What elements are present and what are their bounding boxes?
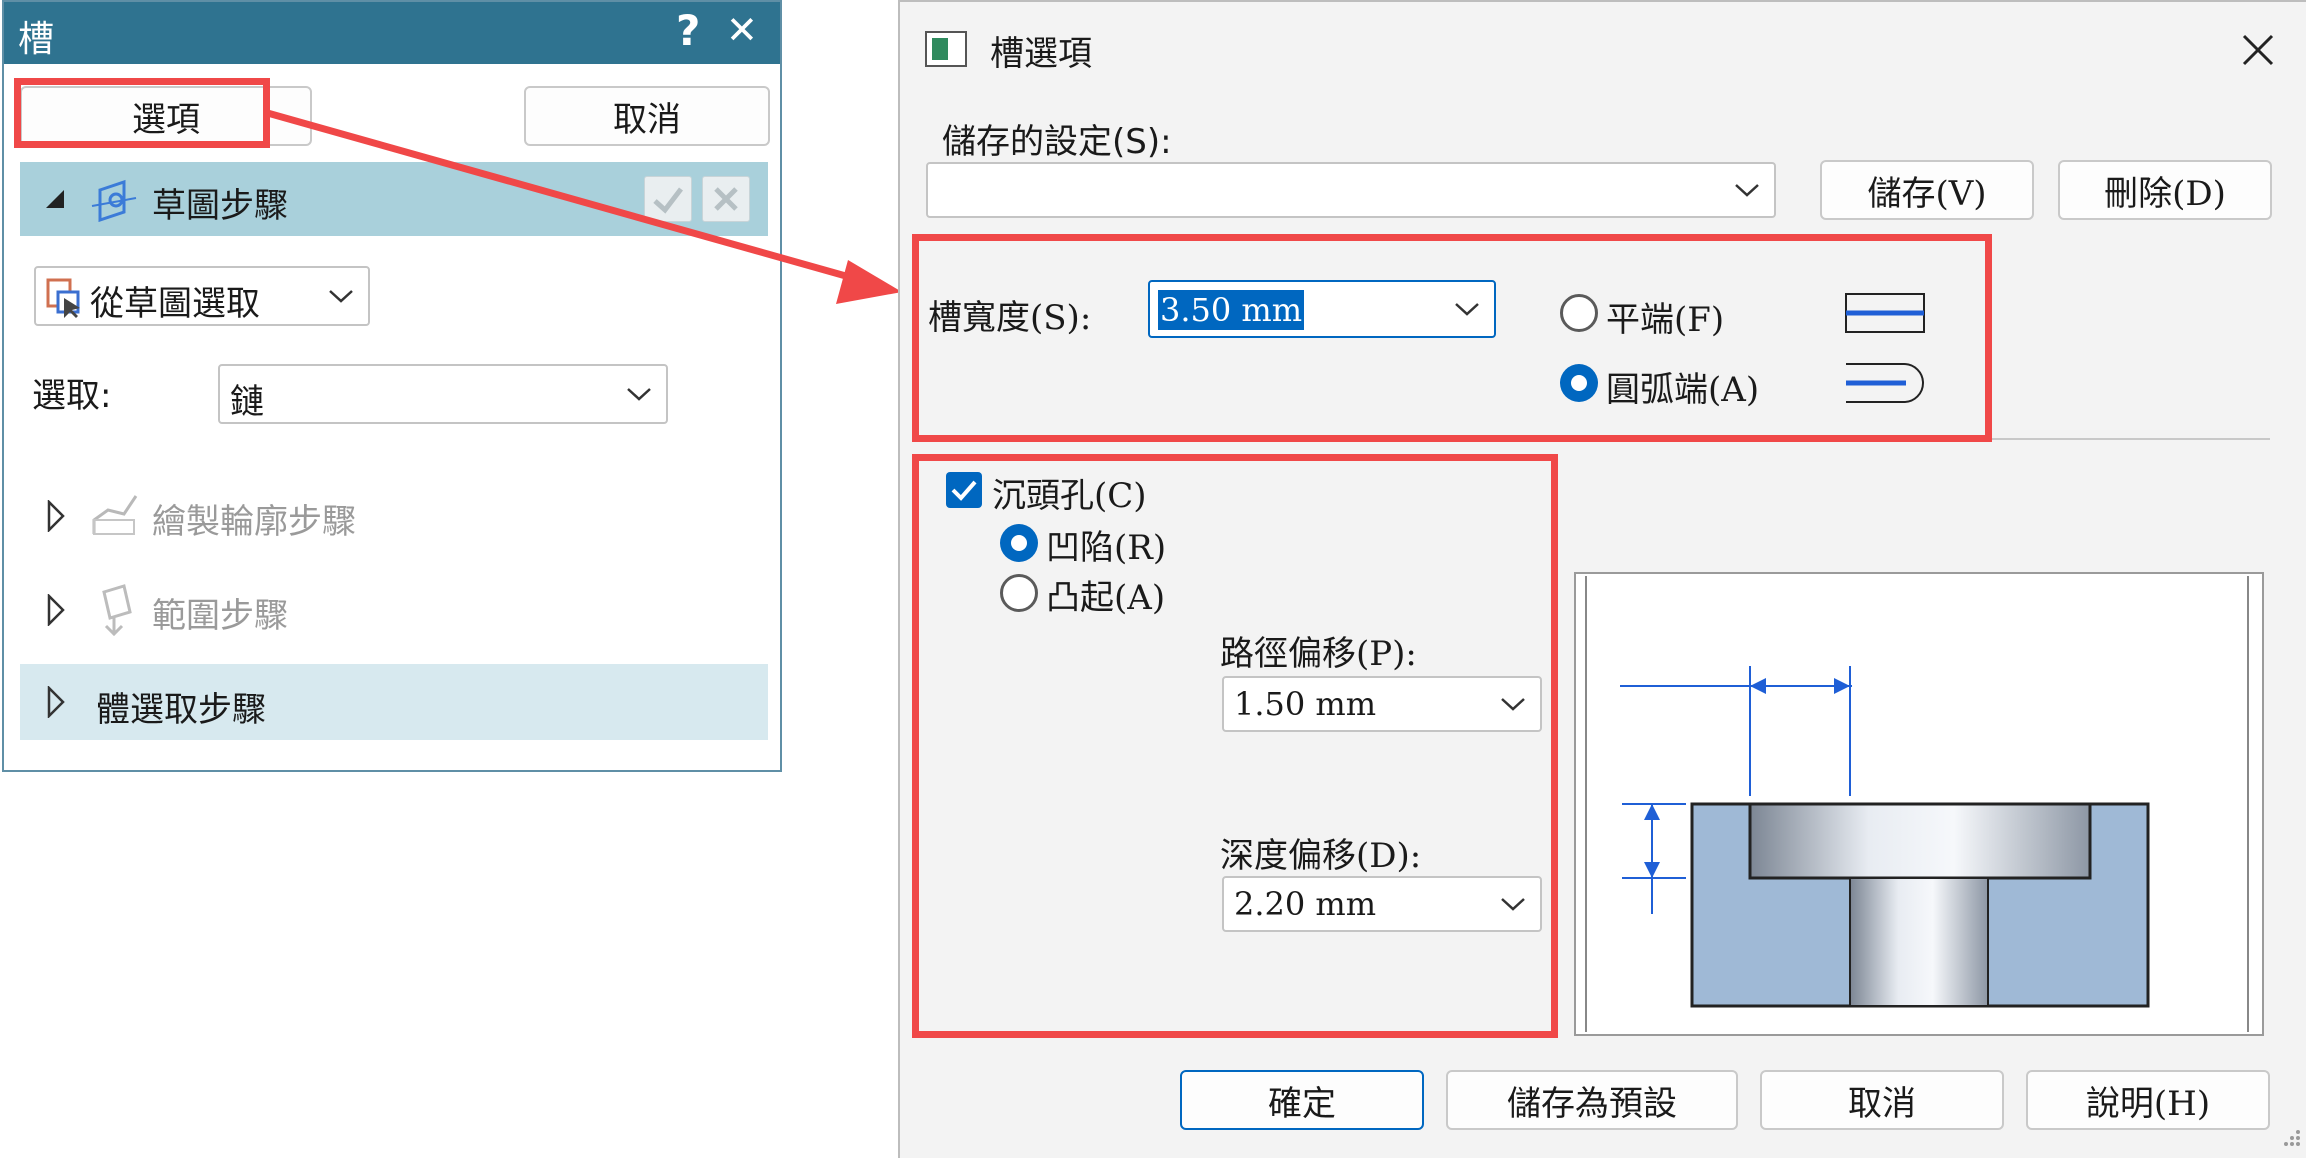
dialog-cancel-button[interactable]: 取消	[1760, 1070, 2004, 1130]
help-button[interactable]: 說明(H)	[2026, 1070, 2270, 1130]
slot-options-dialog: 槽選項 儲存的設定(S): 儲存(V) 刪除(D) 槽寬度(S): 3.50 m…	[898, 0, 2306, 1158]
counterbore-annotation	[912, 454, 1558, 1038]
slot-width-annotation	[912, 234, 1992, 442]
save-as-default-button[interactable]: 儲存為預設	[1446, 1070, 1738, 1130]
ok-button[interactable]: 確定	[1180, 1070, 1424, 1130]
save-settings-label: 儲存(V)	[1867, 173, 1987, 214]
saved-settings-label: 儲存的設定(S):	[942, 122, 1172, 162]
save-as-default-label: 儲存為預設	[1507, 1083, 1677, 1124]
separator	[1992, 438, 2270, 440]
save-settings-button[interactable]: 儲存(V)	[1820, 160, 2034, 220]
resize-grip-icon[interactable]	[2278, 1126, 2304, 1156]
dialog-app-icon	[925, 31, 967, 67]
dialog-title: 槽選項	[990, 34, 1092, 74]
ok-button-label: 確定	[1268, 1083, 1336, 1124]
counterbore-preview	[1574, 572, 2264, 1036]
close-icon[interactable]	[2240, 32, 2276, 68]
delete-settings-button[interactable]: 刪除(D)	[2058, 160, 2272, 220]
saved-settings-dropdown[interactable]	[926, 162, 1776, 218]
delete-settings-label: 刪除(D)	[2104, 173, 2226, 214]
chevron-down-icon	[1735, 184, 1759, 197]
dialog-cancel-label: 取消	[1848, 1083, 1916, 1124]
help-button-label: 說明(H)	[2085, 1083, 2211, 1124]
counterbore-diagram	[1585, 576, 2249, 1032]
